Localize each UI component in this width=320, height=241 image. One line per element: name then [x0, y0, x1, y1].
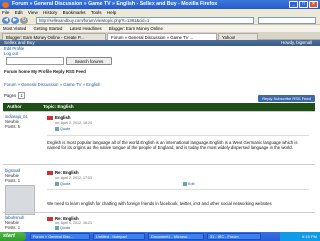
firefox-icon — [2, 1, 9, 8]
menu-file[interactable]: File — [2, 10, 9, 15]
post-author: bigsmall Newbie Posts: 1 — [5, 168, 20, 183]
page-number[interactable]: 1 — [18, 92, 25, 99]
author-post-count: Posts: 1 — [5, 225, 21, 230]
pages-label: Pages — [4, 93, 17, 98]
navigation-toolbar: ◀ ▶ ↻ http://sellexandbuy.com/forum/view… — [0, 16, 320, 25]
post-date: on: April 4, 2012, 16:21 — [55, 221, 92, 225]
bookmark-item[interactable]: Getting Started — [34, 26, 63, 31]
taskbar-item[interactable]: Forum » General Disc... — [30, 233, 90, 240]
edit-button[interactable]: Edit — [183, 182, 195, 186]
taskbar: start Forum » General Disc... Untitled -… — [0, 232, 320, 241]
table-header: Author Topic: English — [3, 103, 315, 111]
menu-bookmarks[interactable]: Bookmarks — [63, 10, 86, 15]
search-forums-button[interactable]: Search forums — [66, 57, 112, 65]
forum-post: bigsmall Newbie Posts: 1 Re: English on:… — [3, 164, 315, 215]
post-title: English — [47, 115, 71, 120]
topic-column-header: Topic: English — [43, 104, 74, 109]
post-body: English is most popular language all of … — [47, 140, 298, 150]
reload-button[interactable]: ↻ — [20, 17, 28, 24]
minimize-button[interactable]: _ — [289, 1, 298, 8]
quote-icon — [55, 182, 59, 186]
post-icon — [47, 115, 53, 120]
menu-tools[interactable]: Tools — [91, 10, 102, 15]
post-author: labuhsnuh Newbie Posts: 1 — [5, 215, 24, 230]
post-author: indiaraja_01 Newbie Posts: 5 — [5, 114, 28, 129]
start-button[interactable]: start — [0, 232, 26, 241]
forum-nav-links[interactable]: Forum home My Profile Reply RSS Feed — [4, 69, 86, 74]
taskbar-item[interactable]: Document1 - Microso... — [148, 233, 204, 240]
clock: 6:15 PM — [302, 234, 317, 239]
menu-view[interactable]: View — [28, 10, 38, 15]
window-title-bar: Forum » General Discussion » Game TV » E… — [0, 0, 320, 9]
back-button[interactable]: ◀ — [2, 17, 10, 24]
breadcrumb[interactable]: Forum » General Discussion » Game TV » E… — [4, 82, 100, 87]
close-button[interactable]: × — [309, 1, 318, 8]
bookmark-item[interactable]: Blogger: Earn Money Online — [109, 26, 163, 31]
quote-button[interactable]: Quote — [55, 226, 70, 230]
window-title: Forum » General Discussion » Game TV » E… — [12, 1, 218, 7]
post-body: We need to learn english for chatting wi… — [47, 201, 272, 206]
post-date: on: April 2, 2012, 17:03 — [55, 176, 92, 180]
menu-edit[interactable]: Edit — [15, 10, 23, 15]
quote-button[interactable]: Quote — [55, 182, 70, 186]
bookmarks-toolbar: Most Visited Getting Started Latest Head… — [0, 25, 320, 32]
quote-button[interactable]: Quote — [55, 127, 70, 131]
menu-bar: File Edit View History Bookmarks Tools H… — [0, 9, 320, 16]
tab-yahoo[interactable]: Yahoo! — [218, 33, 258, 40]
avatar — [5, 185, 35, 215]
tab-strip: Blogger: Earn Money Online - Create P...… — [0, 32, 320, 40]
site-header: Sellex and Buy Howdy, bigsmall — [0, 40, 320, 46]
bookmark-item[interactable]: Latest Headlines — [70, 26, 102, 31]
tab-forum[interactable]: Forum » General Discussion » Game TV ... — [107, 33, 217, 40]
edit-icon — [183, 182, 187, 186]
subscribe-button[interactable]: Reply Subscribe RSS Feed — [258, 95, 315, 102]
address-bar[interactable]: http://sellexandbuy.com/forum/viewtopic.… — [36, 17, 254, 24]
quote-icon — [55, 226, 59, 230]
author-post-count: Posts: 5 — [5, 124, 21, 129]
post-icon — [47, 170, 53, 175]
author-column-header: Author — [7, 104, 22, 109]
forum-post: indiaraja_01 Newbie Posts: 5 English on:… — [3, 111, 315, 161]
forum-post: labuhsnuh Newbie Posts: 1 Re: English on… — [3, 212, 315, 232]
taskbar-item[interactable]: 31 - IRC - Forum — [207, 233, 261, 240]
maximize-button[interactable]: □ — [299, 1, 308, 8]
post-date: on: April 2, 2012, 18:24 — [55, 121, 92, 125]
bookmark-item[interactable]: Most Visited — [3, 26, 26, 31]
post-icon — [47, 216, 53, 221]
divider — [47, 189, 309, 190]
browser-search-input[interactable] — [258, 17, 316, 24]
author-post-count: Posts: 1 — [5, 178, 21, 183]
menu-history[interactable]: History — [43, 10, 57, 15]
pagination: Pages 1 — [4, 92, 25, 99]
post-title: Re: English — [47, 170, 79, 175]
user-links: Edit Profile Log out — [4, 46, 24, 56]
quote-icon — [55, 127, 59, 131]
window-controls: _ □ × — [289, 1, 318, 8]
menu-help[interactable]: Help — [107, 10, 116, 15]
logout-link[interactable]: Log out — [4, 51, 24, 56]
system-tray: 6:15 PM — [280, 232, 320, 241]
forward-button[interactable]: ▶ — [11, 17, 19, 24]
divider — [47, 135, 309, 136]
forum-search-input[interactable] — [6, 57, 64, 65]
howdy-user: Howdy, bigsmall — [281, 40, 312, 45]
taskbar-item[interactable]: Untitled - Notepad — [93, 233, 145, 240]
tab-blogger[interactable]: Blogger: Earn Money Online - Create P... — [2, 33, 106, 40]
